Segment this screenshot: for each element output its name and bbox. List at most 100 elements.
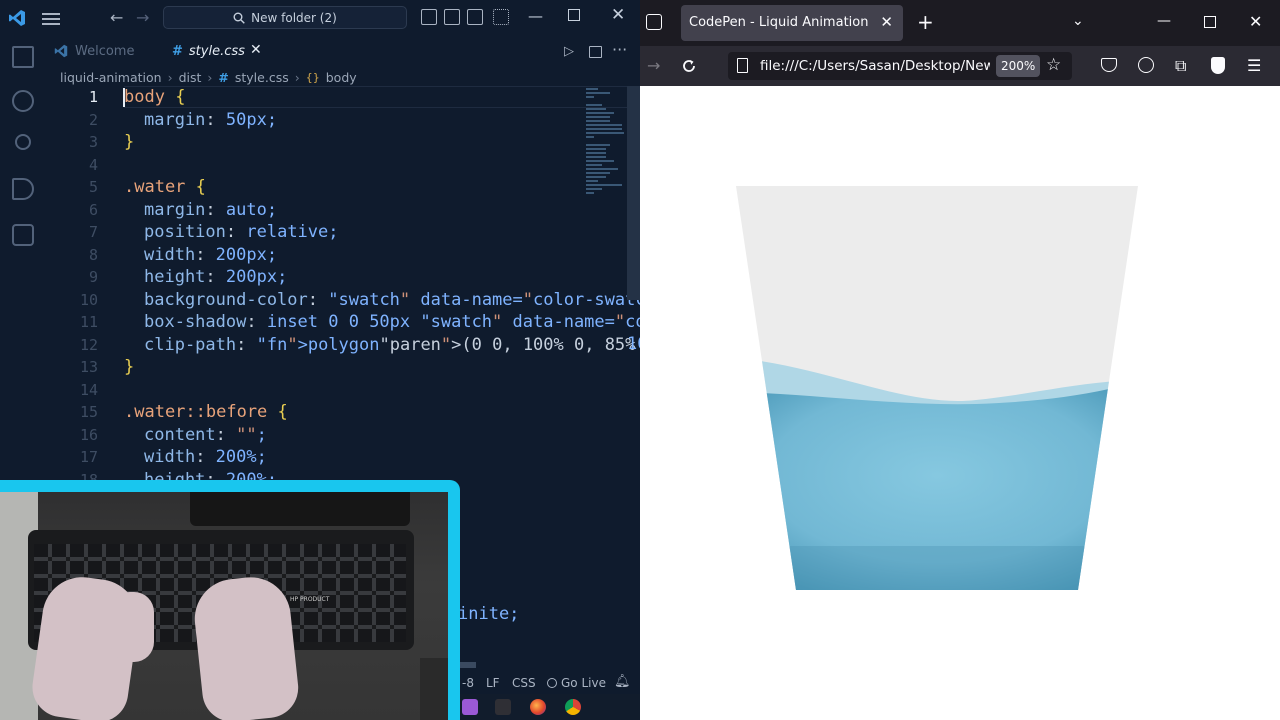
- minimap[interactable]: [586, 86, 626, 194]
- app-icon[interactable]: [462, 699, 478, 715]
- minimize-icon[interactable]: —: [1157, 13, 1171, 29]
- code-text: position: relative;: [144, 222, 339, 242]
- maximize-icon[interactable]: [568, 9, 580, 21]
- code-text: .water {: [124, 177, 206, 197]
- go-live-button[interactable]: Go Live: [547, 676, 606, 690]
- chrome-icon[interactable]: [565, 699, 581, 715]
- tab-welcome[interactable]: Welcome: [54, 36, 134, 66]
- status-language[interactable]: CSS: [512, 676, 536, 690]
- forward-arrow-icon[interactable]: →: [647, 56, 660, 75]
- line-number: 3: [88, 133, 98, 151]
- code-line[interactable]: 8 width: 200px;: [46, 244, 586, 266]
- minimap-line: [586, 168, 618, 170]
- run-icon[interactable]: ▷: [564, 44, 574, 59]
- browser-window: CodePen - Liquid Animation ✕ + ⌄ — ✕ → f…: [640, 0, 1280, 720]
- code-line[interactable]: 5 .water {: [46, 176, 586, 198]
- firefox-icon[interactable]: [530, 699, 546, 715]
- code-line[interactable]: 12 clip-path: "fn">polygon"paren">(0 0, 1…: [46, 334, 635, 356]
- breadcrumb-item[interactable]: liquid-animation: [60, 70, 162, 85]
- chevron-down-icon[interactable]: ⌄: [1072, 13, 1084, 29]
- code-line[interactable]: 10 background-color: "swatch" data-name="…: [46, 289, 640, 311]
- keyboard-brand: HP PRODUCT: [290, 596, 330, 603]
- minimap-line: [586, 88, 598, 90]
- more-icon[interactable]: ···: [612, 40, 627, 59]
- breadcrumb-item[interactable]: style.css: [235, 70, 289, 85]
- editor-scrollbar[interactable]: [627, 86, 640, 300]
- code-line[interactable]: 15 .water::before {: [46, 401, 586, 423]
- code-line[interactable]: 7 position: relative;: [46, 221, 586, 243]
- files-icon[interactable]: [12, 46, 34, 68]
- code-line[interactable]: 14: [46, 379, 586, 401]
- tab-style-css[interactable]: # style.css: [172, 36, 245, 66]
- code-editor[interactable]: 1 body {2 margin: 50px; 3} 4 5 .water {6 margin…: [46, 86, 640, 490]
- code-line[interactable]: 6 margin: auto;: [46, 199, 586, 221]
- command-center-search[interactable]: New folder (2): [163, 6, 407, 29]
- code-line[interactable]: 11 box-shadow: inset 0 0 50px "swatch" da…: [46, 311, 640, 333]
- shield-icon[interactable]: [1211, 57, 1225, 74]
- tab-close-icon[interactable]: ✕: [250, 42, 262, 58]
- minimap-line: [586, 132, 624, 134]
- vscode-logo-icon: [9, 10, 25, 26]
- account-icon[interactable]: [1138, 57, 1154, 73]
- code-line[interactable]: 16 content: "";: [46, 424, 586, 446]
- chevron-right-icon: ›: [167, 69, 173, 85]
- close-icon[interactable]: ✕: [1249, 12, 1262, 31]
- hamburger-icon[interactable]: ☰: [1247, 56, 1261, 75]
- source-control-icon[interactable]: [15, 134, 31, 150]
- maximize-icon[interactable]: [1204, 16, 1216, 28]
- browser-tabbar: CodePen - Liquid Animation ✕ + ⌄ — ✕: [640, 0, 1280, 46]
- code-text: margin: auto;: [144, 199, 278, 220]
- star-icon[interactable]: ☆: [1046, 55, 1061, 75]
- app-icon[interactable]: [495, 699, 511, 715]
- code-line[interactable]: 1 body {: [46, 86, 630, 108]
- status-eol[interactable]: LF: [486, 676, 500, 690]
- code-line[interactable]: 4: [46, 154, 586, 176]
- breadcrumb-item[interactable]: body: [326, 70, 357, 85]
- zoom-indicator[interactable]: 200%: [996, 55, 1041, 77]
- horizontal-scrollbar[interactable]: [460, 662, 476, 668]
- code-line[interactable]: 13}: [46, 356, 586, 378]
- minimap-line: [586, 184, 622, 186]
- split-editor-icon[interactable]: [589, 46, 602, 58]
- tab-label: Welcome: [75, 43, 135, 59]
- bell-icon[interactable]: 🔔︎: [614, 674, 631, 689]
- menu-icon[interactable]: [42, 10, 60, 26]
- breadcrumb-item[interactable]: dist: [179, 70, 202, 85]
- pocket-icon[interactable]: [1101, 58, 1117, 72]
- customize-layout-icon[interactable]: [493, 9, 509, 25]
- toggle-sidebar-icon[interactable]: [421, 9, 437, 25]
- code-line[interactable]: 9 height: 200px;: [46, 266, 586, 288]
- code-line[interactable]: 3}: [46, 131, 586, 153]
- browser-navbar: → file:///C:/Users/Sasan/Desktop/New fo …: [640, 46, 1280, 86]
- minimize-icon[interactable]: —: [528, 7, 543, 25]
- browser-tab[interactable]: CodePen - Liquid Animation ✕: [681, 5, 903, 41]
- code-text: }: [124, 357, 135, 377]
- minimap-line: [586, 156, 606, 158]
- close-icon[interactable]: ✕: [611, 5, 625, 25]
- tab-list-icon[interactable]: [646, 14, 662, 30]
- url-bar[interactable]: file:///C:/Users/Sasan/Desktop/New fo 20…: [728, 52, 1072, 80]
- code-text: background-color: "swatch" data-name="co…: [144, 289, 640, 310]
- reload-icon[interactable]: [681, 58, 697, 74]
- close-tab-icon[interactable]: ✕: [880, 13, 893, 31]
- code-line[interactable]: 2 margin: 50px;: [46, 109, 586, 131]
- line-number: 9: [88, 268, 98, 286]
- new-tab-button[interactable]: +: [917, 10, 934, 34]
- line-number: 17: [79, 448, 98, 466]
- toggle-panel-icon[interactable]: [444, 9, 460, 25]
- line-number: 11: [79, 313, 98, 331]
- extension-puzzle-icon[interactable]: ⧉: [1175, 56, 1186, 76]
- status-encoding[interactable]: -8: [462, 676, 474, 690]
- editor-tabs: Welcome # style.css ✕ ▷ ···: [46, 36, 640, 66]
- extensions-icon[interactable]: [12, 224, 34, 246]
- back-arrow-icon[interactable]: ←: [110, 8, 123, 27]
- code-text: }: [124, 132, 135, 152]
- search-sidebar-icon[interactable]: [12, 90, 34, 112]
- line-number: 16: [79, 425, 98, 444]
- code-text: box-shadow: inset 0 0 50px "swatch" data…: [144, 312, 640, 332]
- url-text: file:///C:/Users/Sasan/Desktop/New fo: [760, 58, 990, 74]
- forward-arrow-icon[interactable]: →: [136, 8, 149, 27]
- toggle-secondary-sidebar-icon[interactable]: [467, 9, 483, 25]
- code-line[interactable]: 17 width: 200%;: [46, 446, 586, 468]
- run-debug-icon[interactable]: [12, 178, 34, 200]
